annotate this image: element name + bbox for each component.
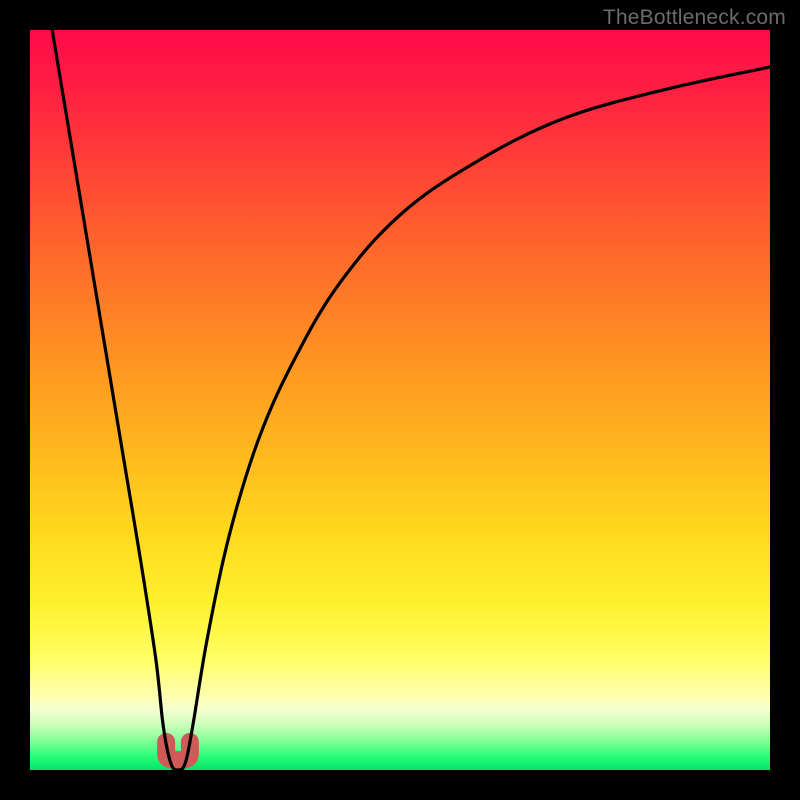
- watermark-text: TheBottleneck.com: [603, 6, 786, 30]
- plot-area: [30, 30, 770, 770]
- chart-container: TheBottleneck.com: [0, 0, 800, 800]
- curve-layer: [30, 30, 770, 770]
- bottleneck-curve: [52, 30, 770, 770]
